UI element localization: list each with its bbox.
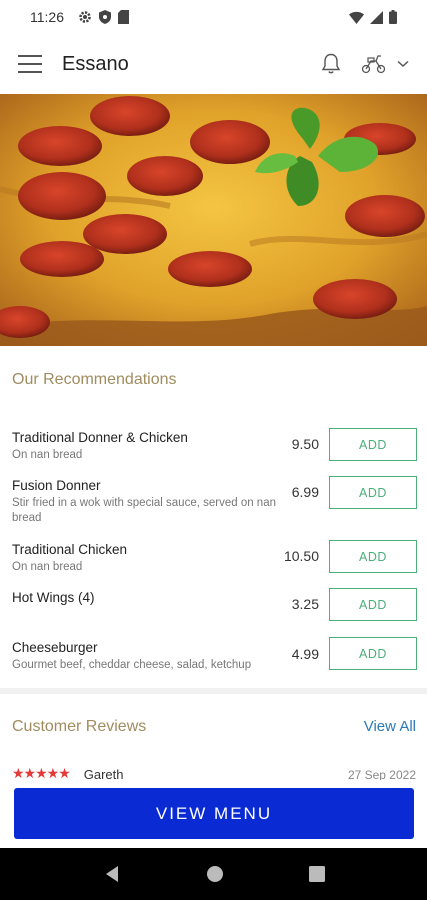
star-rating: ★★★★★	[12, 766, 71, 780]
battery-icon	[389, 10, 397, 24]
item-description: Stir fried in a wok with special sauce, …	[12, 497, 276, 524]
home-icon[interactable]	[206, 865, 224, 883]
view-all-link[interactable]: View All	[364, 718, 416, 735]
item-price: 10.50	[283, 548, 319, 564]
delivery-mode-selector[interactable]	[361, 54, 409, 74]
item-name: Fusion Donner	[12, 478, 101, 493]
chevron-down-icon	[397, 60, 409, 68]
back-icon[interactable]	[103, 865, 121, 883]
hero-image	[0, 94, 427, 346]
item-description: On nan bread	[12, 449, 83, 461]
item-name: Cheeseburger	[12, 640, 98, 655]
item-name: Traditional Chicken	[12, 542, 128, 557]
item-description: Gourmet beef, cheddar cheese, salad, ket…	[12, 659, 252, 671]
add-button[interactable]: ADD	[329, 540, 417, 573]
recommendations-title: Our Recommendations	[12, 371, 177, 388]
shield-icon	[99, 10, 111, 24]
bell-icon[interactable]	[319, 52, 343, 76]
wifi-icon	[349, 11, 364, 24]
item-description: On nan bread	[12, 561, 83, 573]
signal-icon	[370, 10, 383, 24]
item-price: 4.99	[291, 646, 319, 662]
scooter-icon	[361, 55, 386, 74]
app-bar: Essano	[0, 34, 427, 94]
reviews-title: Customer Reviews	[12, 718, 147, 735]
view-menu-button[interactable]: VIEW MENU	[14, 788, 414, 839]
status-bar: 11:26	[0, 0, 427, 34]
gear-icon	[79, 11, 91, 23]
add-button[interactable]: ADD	[329, 476, 417, 509]
section-divider	[0, 688, 427, 694]
review-date: 27 Sep 2022	[347, 768, 416, 780]
item-name: Traditional Donner & Chicken	[12, 430, 188, 445]
menu-icon[interactable]	[18, 55, 42, 73]
recents-icon[interactable]	[308, 866, 325, 882]
reviewer-name: Gareth	[83, 767, 124, 780]
system-nav-bar	[0, 848, 427, 900]
add-button[interactable]: ADD	[329, 428, 417, 461]
add-button[interactable]: ADD	[329, 637, 417, 670]
sim-card-icon	[118, 10, 129, 24]
item-price: 9.50	[291, 436, 319, 452]
app-title: Essano	[62, 52, 129, 75]
review-item: ★★★★★ Gareth 27 Sep 2022	[12, 766, 416, 780]
item-price: 6.99	[291, 484, 319, 500]
add-button[interactable]: ADD	[329, 588, 417, 621]
item-price: 3.25	[291, 596, 319, 612]
item-name: Hot Wings (4)	[12, 590, 95, 605]
status-time: 11:26	[30, 9, 64, 25]
